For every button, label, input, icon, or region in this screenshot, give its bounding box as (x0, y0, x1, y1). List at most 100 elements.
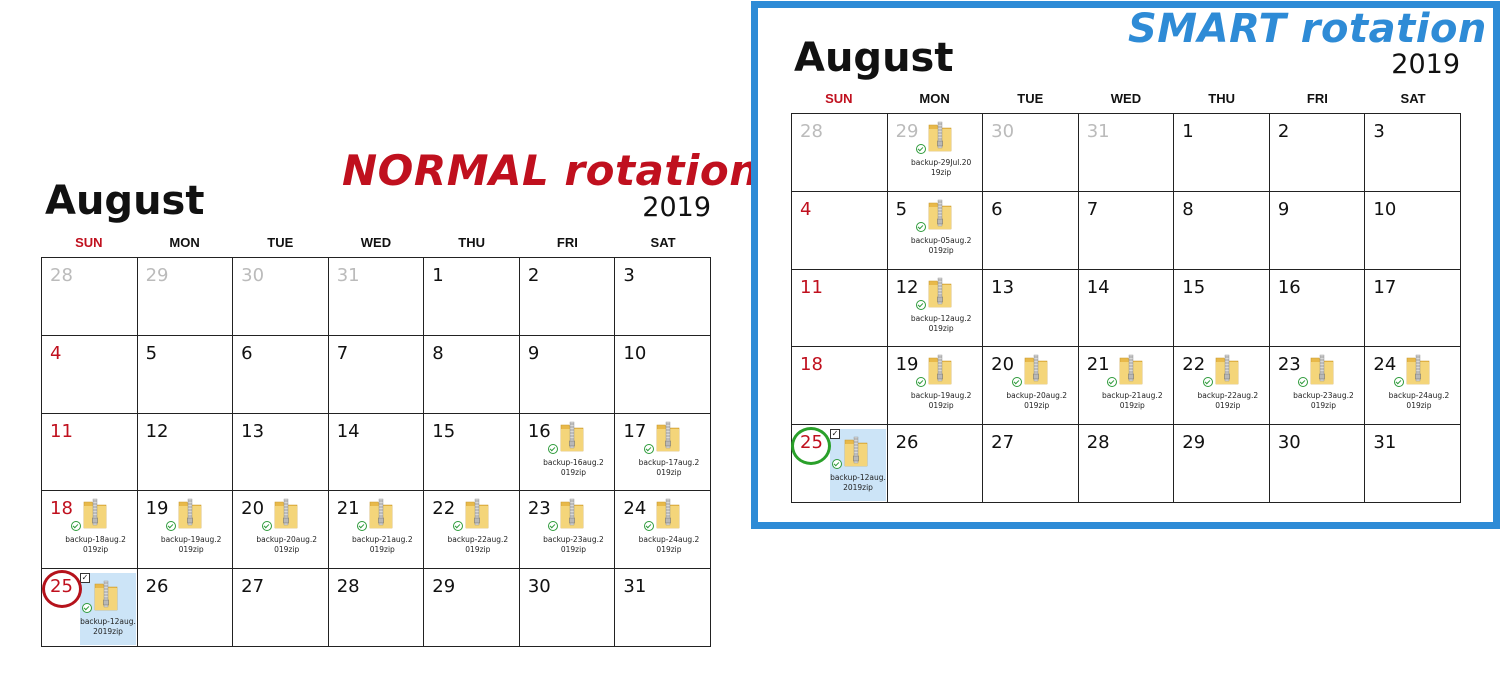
backup-zip-file[interactable]: backup-21aug.2019zip (351, 495, 413, 567)
sync-check-icon (1011, 377, 1022, 388)
normal-calendar-grid: 28 29 30 31 1 2 3 4 5 6 7 8 9 10 11 12 13 14 15 16 backup-16… (41, 257, 711, 647)
day-cell: 7 (328, 335, 425, 414)
day-cell: 28 (328, 569, 425, 647)
zip-folder-icon (560, 420, 584, 452)
day-cell: 27 (233, 569, 329, 647)
zip-folder-icon (656, 420, 680, 452)
backup-zip-file[interactable]: backup-12aug.2019zip (910, 274, 972, 346)
day-number: 3 (623, 265, 635, 286)
zip-folder-icon (1215, 353, 1239, 385)
backup-zip-file[interactable]: backup-17aug.2019zip (638, 418, 700, 490)
zip-folder-icon (83, 497, 107, 529)
file-name: backup-22aug.2019zip (1197, 391, 1259, 411)
day-number: 1 (432, 265, 444, 286)
day-cell: 30 (983, 114, 1079, 192)
weekday-sat: SAT (650, 235, 676, 250)
file-name: backup-05aug.2019zip (910, 235, 972, 255)
zip-folder-icon (1406, 353, 1430, 385)
weekday-tue: TUE (1017, 91, 1044, 106)
file-name: backup-19aug.2019zip (910, 391, 972, 411)
backup-zip-file[interactable]: backup-18aug.2019zip (65, 495, 127, 567)
day-number: 6 (241, 342, 253, 364)
backup-zip-file[interactable]: ✓ backup-12aug.2019zip (830, 429, 886, 502)
zip-folder-icon (1024, 353, 1048, 385)
day-cell: 29 (137, 258, 234, 336)
backup-zip-file[interactable]: ✓ backup-12aug.2019zip (80, 573, 136, 646)
day-cell: 29 (1174, 425, 1270, 503)
day-number: 2 (1277, 121, 1290, 142)
day-number: 15 (1182, 276, 1206, 298)
backup-zip-file[interactable]: backup-24aug.2019zip (638, 495, 700, 567)
zip-folder-icon (560, 497, 584, 529)
sync-check-icon (548, 521, 559, 532)
backup-zip-file[interactable]: backup-22aug.2019zip (1197, 351, 1259, 423)
backup-zip-file[interactable]: backup-19aug.2019zip (160, 495, 222, 567)
weekday-mon: MON (919, 91, 950, 106)
day-number: 14 (1086, 276, 1110, 298)
day-number: 31 (1373, 432, 1397, 454)
weekday-mon: MON (169, 235, 200, 250)
day-cell: 28 (42, 258, 138, 336)
backup-zip-file[interactable]: backup-29Jul.2019zip (910, 118, 972, 190)
day-cell: 31 (1365, 425, 1461, 503)
backup-zip-file[interactable]: backup-05aug.2019zip (910, 196, 972, 268)
weekday-thu: THU (458, 235, 486, 250)
sync-check-icon (452, 521, 463, 532)
day-number: 7 (1086, 198, 1099, 220)
day-cell: 3 (615, 258, 711, 336)
day-number: 9 (527, 342, 540, 364)
day-number: 15 (432, 420, 456, 442)
smart-year: 2019 (1391, 49, 1460, 80)
backup-zip-file[interactable]: backup-16aug.2019zip (542, 418, 604, 490)
selection-checkbox-icon[interactable]: ✓ (80, 573, 90, 584)
day-cell: 28 (792, 114, 888, 192)
day-number: 29 (432, 576, 456, 598)
backup-zip-file[interactable]: backup-19aug.2019zip (910, 351, 972, 423)
backup-zip-file[interactable]: backup-23aug.2019zip (1292, 351, 1354, 423)
day-number: 11 (800, 276, 823, 298)
day-cell: 12 backup-12aug.2019zip (887, 269, 984, 348)
weekday-tue: TUE (267, 235, 294, 250)
backup-zip-file[interactable]: backup-20aug.2019zip (256, 495, 318, 567)
day-cell: 16 backup-16aug.2019zip (519, 413, 616, 492)
backup-zip-file[interactable]: backup-23aug.2019zip (542, 495, 604, 567)
day-cell: 29 backup-29Jul.2019zip (887, 114, 984, 192)
day-number: 6 (991, 198, 1003, 220)
day-cell: 11 (42, 413, 138, 492)
day-number: 31 (1086, 121, 1110, 142)
day-cell: 30 (1269, 425, 1366, 503)
file-name: backup-17aug.2019zip (638, 457, 700, 477)
day-number: 29 (145, 265, 169, 286)
day-cell: 4 (792, 191, 888, 270)
weekday-thu: THU (1208, 91, 1236, 106)
day-cell: 21 backup-21aug.2019zip (1078, 347, 1175, 426)
day-cell: 10 (615, 335, 711, 414)
day-cell: 20 backup-20aug.2019zip (983, 347, 1079, 426)
sync-check-icon (643, 443, 654, 454)
day-number: 27 (991, 432, 1015, 454)
selection-checkbox-icon[interactable]: ✓ (830, 429, 840, 440)
day-cell: 13 (233, 413, 329, 492)
sync-check-icon (916, 144, 927, 154)
day-cell: 23 backup-23aug.2019zip (1269, 347, 1366, 426)
day-cell: 20 backup-20aug.2019zip (233, 491, 329, 570)
sync-check-icon (916, 377, 927, 388)
sync-check-icon (1298, 377, 1309, 388)
normal-weekday-header: SUN MON TUE WED THU FRI SAT (41, 235, 711, 250)
backup-zip-file[interactable]: backup-22aug.2019zip (447, 495, 509, 567)
backup-zip-file[interactable]: backup-24aug.2019zip (1388, 351, 1450, 423)
sync-check-icon (82, 603, 92, 614)
day-cell: 17 backup-17aug.2019zip (615, 413, 711, 492)
file-name: backup-24aug.2019zip (1388, 391, 1450, 411)
day-number: 28 (50, 265, 73, 286)
file-name: backup-16aug.2019zip (543, 457, 604, 477)
backup-zip-file[interactable]: backup-21aug.2019zip (1101, 351, 1163, 423)
day-number: 27 (241, 576, 265, 598)
zip-folder-icon (465, 497, 489, 529)
backup-zip-file[interactable]: backup-20aug.2019zip (1006, 351, 1068, 423)
weekday-fri: FRI (1306, 91, 1328, 106)
day-cell: 4 (42, 335, 138, 414)
day-number: 1 (1182, 121, 1194, 142)
normal-rotation-panel: NORMAL rotation August 2019 SUN MON TUE WED… (0, 0, 759, 674)
day-number: 4 (50, 342, 62, 364)
